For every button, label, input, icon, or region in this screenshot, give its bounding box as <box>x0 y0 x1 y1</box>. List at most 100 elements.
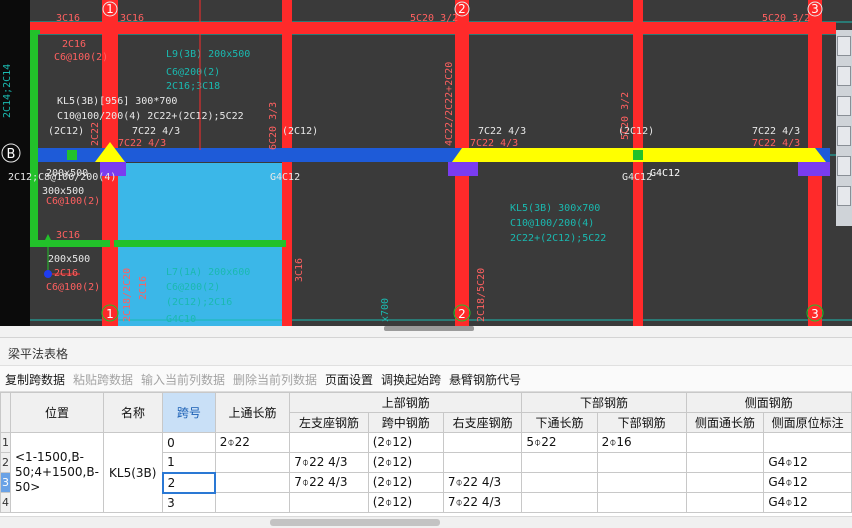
label-l7-stirrup: C6@200(2) <box>166 282 220 293</box>
axis-top-1: 1 <box>106 2 114 16</box>
left-seat-cell[interactable]: 7⌽22 4/3 <box>289 452 369 473</box>
top-continuous-cell[interactable]: 2⌽22 <box>214 432 291 453</box>
side-original-cell[interactable]: G4⌽12 <box>763 452 852 473</box>
panel-title: 梁平法表格 <box>8 347 69 361</box>
cad-drawing-canvas[interactable]: 1 2 3 1 2 3 B 3C16 3C16 5C20 3/2 5C20 3/… <box>0 0 852 326</box>
header-position: 位置 <box>10 392 104 433</box>
bottom-rebar-cell[interactable] <box>596 472 687 493</box>
copy-span-button[interactable]: 复制跨数据 <box>5 371 65 388</box>
label-3c16-vertical: 3C16 <box>294 258 305 282</box>
span-cell-active[interactable]: 2 <box>161 471 217 494</box>
axis-left-b: B <box>7 147 16 162</box>
side-continuous-cell[interactable] <box>685 472 765 493</box>
side-original-cell[interactable]: G4⌽12 <box>763 492 852 513</box>
bottom-continuous-cell[interactable] <box>521 452 598 473</box>
span-cell[interactable]: 3 <box>162 492 216 513</box>
right-seat-cell[interactable]: 7⌽22 4/3 <box>442 472 523 493</box>
side-continuous-cell[interactable] <box>685 432 765 453</box>
beam-name-cell[interactable]: KL5(3B) <box>102 432 164 513</box>
left-seat-cell[interactable]: 7⌽22 4/3 <box>289 472 369 493</box>
bottom-rebar-cell[interactable]: 2⌽16 <box>596 432 687 453</box>
label-kl5: KL5(3B)[956] 300*700 <box>57 96 177 107</box>
label-l9-stirrup: C6@200(2) <box>166 67 220 78</box>
row-number[interactable]: 2 <box>0 452 11 473</box>
bottom-continuous-cell[interactable]: 5⌽22 <box>521 432 598 453</box>
label-left-vertical: 2C14;2C14 <box>2 64 13 118</box>
label-vertical: 5C20 3/2 <box>620 92 631 140</box>
side-tool-icon[interactable] <box>837 186 851 206</box>
mid-span-cell[interactable]: (2⌽12) <box>367 472 444 493</box>
label-vertical: 4C22/2C22+2C20 <box>444 62 455 146</box>
side-tool-icon[interactable] <box>837 126 851 146</box>
position-cell[interactable]: <1-1500,B-50;4+1500,B-50> <box>10 432 104 513</box>
corner-cell <box>0 392 11 433</box>
mid-span-cell[interactable]: (2⌽12) <box>367 432 444 453</box>
page-setup-button[interactable]: 页面设置 <box>325 371 373 388</box>
header-side-original: 侧面原位标注 <box>763 412 852 433</box>
header-side-continuous: 侧面通长筋 <box>685 412 765 433</box>
paste-span-button[interactable]: 粘贴跨数据 <box>73 371 133 388</box>
label-7c22: 7C22 4/3 <box>752 138 800 149</box>
bottom-rebar-cell[interactable] <box>596 452 687 473</box>
top-continuous-cell[interactable] <box>214 472 291 493</box>
left-seat-cell[interactable] <box>289 492 369 513</box>
horizontal-scrollbar[interactable] <box>0 516 852 528</box>
side-continuous-cell[interactable] <box>685 492 765 513</box>
left-seat-cell[interactable] <box>289 432 369 453</box>
delete-column-button[interactable]: 删除当前列数据 <box>233 371 317 388</box>
label-kl5-span-stirrup: C10@100/200(4) <box>510 218 594 229</box>
label-stirrup: C6@100(2) <box>46 282 100 293</box>
side-original-cell[interactable]: G4⌽12 <box>763 472 852 493</box>
label-l9: L9(3B) 200x500 <box>166 49 250 60</box>
top-continuous-cell[interactable] <box>214 452 291 473</box>
label-g4: G4C12 <box>622 172 652 183</box>
top-continuous-cell[interactable] <box>214 492 291 513</box>
input-column-button[interactable]: 输入当前列数据 <box>141 371 225 388</box>
label-2c16: 2C16 <box>54 268 78 279</box>
table-toolbar: 复制跨数据 粘贴跨数据 输入当前列数据 删除当前列数据 页面设置 调换起始跨 悬… <box>0 366 852 392</box>
row-number[interactable]: 4 <box>0 492 11 513</box>
side-tool-icon[interactable] <box>837 66 851 86</box>
bottom-rebar-cell[interactable] <box>596 492 687 513</box>
side-tool-icon[interactable] <box>837 96 851 116</box>
label-l7: L7(1A) 200x600 <box>166 267 250 278</box>
scrollbar-thumb[interactable] <box>270 519 440 526</box>
side-original-cell[interactable] <box>763 432 852 453</box>
beam-table[interactable]: 位置 名称 跨号 上通长筋 上部钢筋 下部钢筋 侧面钢筋 左支座钢筋 跨中钢筋 … <box>0 392 852 516</box>
axis-top-3: 3 <box>811 2 819 16</box>
label-g4: G4C12 <box>650 168 680 179</box>
row-number[interactable]: 1 <box>0 432 11 453</box>
splitter-grip-icon[interactable] <box>384 326 474 331</box>
mid-span-cell[interactable]: (2⌽12) <box>367 492 444 513</box>
header-left-seat: 左支座钢筋 <box>289 412 369 433</box>
panel-splitter[interactable] <box>0 326 852 338</box>
label-2c12: (2C12) <box>282 126 318 137</box>
mid-span-cell[interactable]: (2⌽12) <box>367 452 444 473</box>
header-top-continuous: 上通长筋 <box>214 392 291 433</box>
right-seat-cell[interactable] <box>442 452 523 473</box>
side-tool-icon[interactable] <box>837 156 851 176</box>
table-row[interactable]: 1 <1-1500,B-50;4+1500,B-50> KL5(3B) 0 2⌽… <box>0 432 852 513</box>
right-seat-cell[interactable]: 7⌽22 4/3 <box>442 492 523 513</box>
label-l9-rebar: 2C16;3C18 <box>166 81 220 92</box>
span-cell[interactable]: 0 <box>162 432 216 453</box>
label-kl5-rebar: C10@100/200(4) 2C22+(2C12);5C22 <box>57 111 244 122</box>
label-stirrup: C6@100(2) <box>46 196 100 207</box>
bottom-continuous-cell[interactable] <box>521 492 598 513</box>
label-7c22: 7C22 4/3 <box>132 126 180 137</box>
row-number[interactable]: 3 <box>0 472 11 493</box>
header-span[interactable]: 跨号 <box>162 392 216 433</box>
header-right-seat: 右支座钢筋 <box>442 412 523 433</box>
label-vertical: 2C18/2C20 <box>122 268 133 322</box>
label-vertical: 6C20 3/3 <box>268 102 279 150</box>
span-cell[interactable]: 1 <box>162 452 216 473</box>
bottom-continuous-cell[interactable] <box>521 472 598 493</box>
right-seat-cell[interactable] <box>442 432 523 453</box>
header-top-group: 上部钢筋 <box>289 392 523 413</box>
side-tool-icon[interactable] <box>837 36 851 56</box>
label-vertical: 2C18/5C20 <box>476 268 487 322</box>
side-continuous-cell[interactable] <box>685 452 765 473</box>
swap-start-span-button[interactable]: 调换起始跨 <box>381 371 441 388</box>
label-2c12: (2C12) <box>48 126 84 137</box>
cantilever-code-button[interactable]: 悬臂钢筋代号 <box>449 371 521 388</box>
